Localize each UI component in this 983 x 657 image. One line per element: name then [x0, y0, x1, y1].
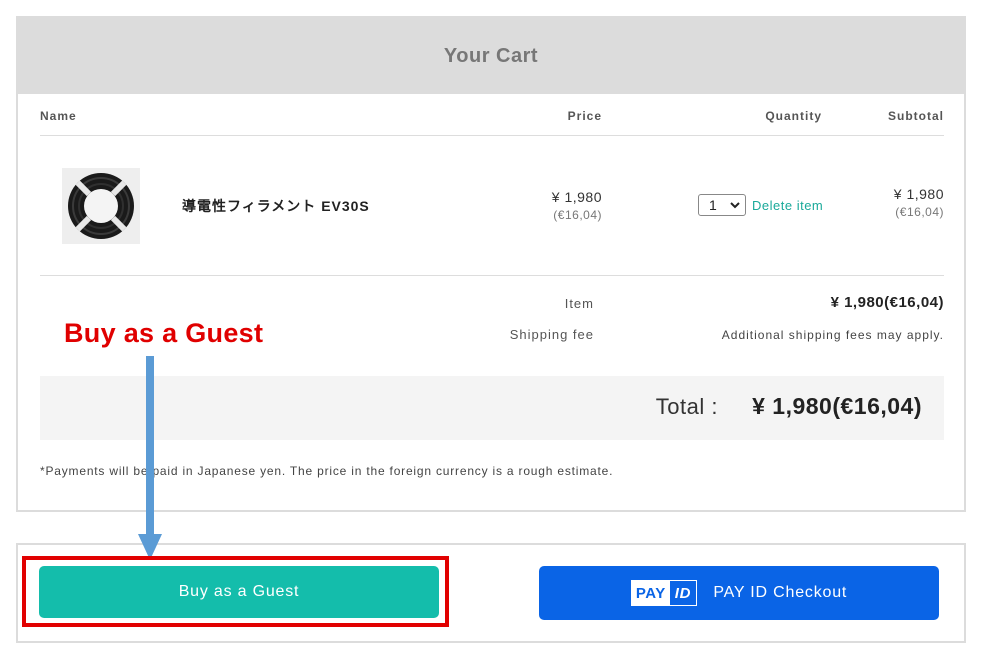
- column-header-quantity: Quantity: [765, 109, 822, 123]
- shipping-fee-note: Additional shipping fees may apply.: [721, 328, 944, 342]
- payid-logo-id: ID: [674, 584, 692, 602]
- summary-item-value: ¥ 1,980(€16,04): [830, 294, 944, 311]
- column-header-subtotal: Subtotal: [888, 109, 944, 123]
- annotation-arrow-icon: [138, 356, 162, 560]
- quantity-value: 1: [709, 197, 717, 213]
- product-name[interactable]: 導電性フィラメント EV30S: [182, 196, 370, 216]
- currency-note: *Payments will be paid in Japanese yen. …: [40, 464, 614, 478]
- header-divider: [40, 135, 944, 136]
- item-price-foreign: (€16,04): [553, 208, 602, 222]
- payid-checkout-button[interactable]: PAY ID PAY ID Checkout: [539, 566, 939, 620]
- quantity-select[interactable]: 1: [698, 194, 746, 216]
- chevron-down-icon: [730, 201, 740, 208]
- total-value: ¥ 1,980(€16,04): [752, 393, 922, 419]
- annotation-highlight-box: [22, 556, 449, 627]
- delete-item-link[interactable]: Delete item: [752, 198, 823, 213]
- item-subtotal-foreign: (€16,04): [895, 205, 944, 219]
- total-label: Total :: [655, 394, 718, 419]
- summary-shipping-label: Shipping fee: [509, 327, 594, 342]
- filament-spool-image: [68, 173, 134, 239]
- column-header-name: Name: [40, 109, 77, 123]
- column-header-price: Price: [567, 109, 602, 123]
- product-thumbnail[interactable]: [62, 168, 140, 244]
- total-band: Total : ¥ 1,980(€16,04): [40, 376, 944, 440]
- item-subtotal: ¥ 1,980: [893, 186, 944, 202]
- payid-checkout-label: PAY ID Checkout: [713, 584, 848, 601]
- annotation-text: Buy as a Guest: [64, 318, 264, 348]
- summary-item-label: Item: [564, 296, 594, 311]
- item-divider: [40, 275, 944, 276]
- payid-logo: PAY ID: [630, 580, 698, 606]
- payid-logo-pay: PAY: [631, 581, 670, 605]
- cart-title: Your Cart: [18, 18, 964, 94]
- item-price: ¥ 1,980: [551, 189, 602, 205]
